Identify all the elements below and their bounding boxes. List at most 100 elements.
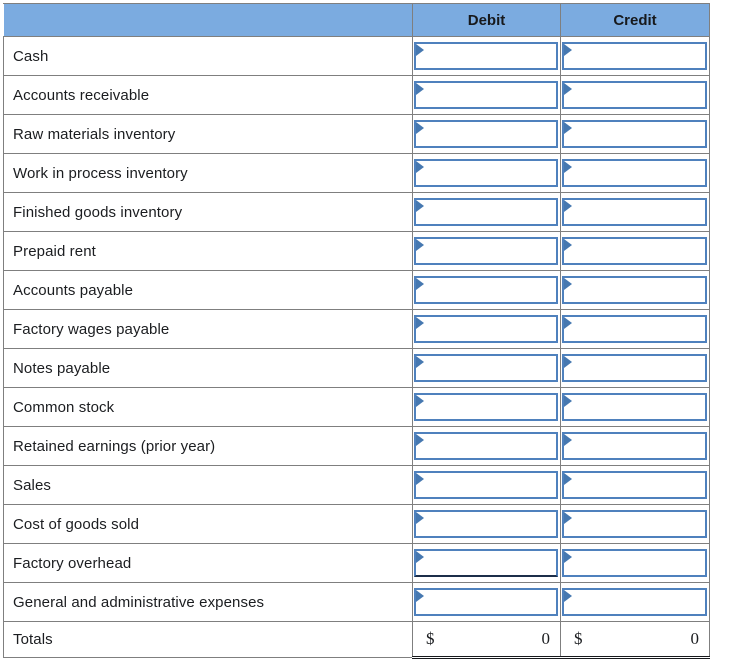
account-label: Cash	[3, 36, 413, 76]
credit-input[interactable]	[564, 161, 705, 185]
credit-input-wrapper[interactable]	[562, 510, 707, 538]
credit-input-wrapper[interactable]	[562, 42, 707, 70]
credit-input-wrapper[interactable]	[562, 432, 707, 460]
debit-input[interactable]	[416, 317, 556, 341]
credit-cell[interactable]	[560, 153, 710, 193]
credit-input[interactable]	[564, 434, 705, 458]
credit-input-wrapper[interactable]	[562, 471, 707, 499]
debit-cell[interactable]	[412, 270, 561, 310]
debit-input[interactable]	[416, 200, 556, 224]
debit-input[interactable]	[416, 44, 556, 68]
credit-cell[interactable]	[560, 114, 710, 154]
credit-cell[interactable]	[560, 75, 710, 115]
debit-input[interactable]	[416, 239, 556, 263]
debit-input[interactable]	[416, 356, 556, 380]
debit-cell[interactable]	[412, 75, 561, 115]
credit-input[interactable]	[564, 317, 705, 341]
debit-input-wrapper[interactable]	[414, 588, 558, 616]
debit-input[interactable]	[416, 473, 556, 497]
debit-input-wrapper[interactable]	[414, 432, 558, 460]
credit-input-wrapper[interactable]	[562, 237, 707, 265]
cell-marker-triangle-icon	[416, 356, 424, 368]
credit-input-wrapper[interactable]	[562, 393, 707, 421]
table-row: Accounts payable	[3, 270, 710, 310]
credit-input[interactable]	[564, 200, 705, 224]
debit-input[interactable]	[416, 161, 556, 185]
cell-marker-triangle-icon	[564, 239, 572, 251]
credit-input[interactable]	[564, 395, 705, 419]
debit-input-wrapper[interactable]	[414, 198, 558, 226]
cell-marker-triangle-icon	[564, 434, 572, 446]
credit-input[interactable]	[564, 239, 705, 263]
debit-input[interactable]	[416, 512, 556, 536]
debit-cell[interactable]	[412, 465, 561, 505]
debit-input-wrapper[interactable]	[414, 471, 558, 499]
credit-input[interactable]	[564, 512, 705, 536]
debit-input-wrapper[interactable]	[414, 276, 558, 304]
debit-cell[interactable]	[412, 231, 561, 271]
debit-cell[interactable]	[412, 387, 561, 427]
credit-cell[interactable]	[560, 192, 710, 232]
debit-input[interactable]	[416, 122, 556, 146]
debit-input-wrapper[interactable]	[414, 237, 558, 265]
debit-input[interactable]	[416, 278, 556, 302]
credit-input-wrapper[interactable]	[562, 354, 707, 382]
credit-input[interactable]	[564, 590, 705, 614]
credit-input-wrapper[interactable]	[562, 315, 707, 343]
credit-input[interactable]	[564, 473, 705, 497]
debit-input[interactable]	[416, 551, 556, 575]
debit-input[interactable]	[416, 395, 556, 419]
credit-input-wrapper[interactable]	[562, 276, 707, 304]
credit-input[interactable]	[564, 122, 705, 146]
debit-input[interactable]	[416, 434, 556, 458]
credit-input[interactable]	[564, 551, 705, 575]
credit-input-wrapper[interactable]	[562, 198, 707, 226]
credit-cell[interactable]	[560, 231, 710, 271]
credit-input-wrapper[interactable]	[562, 120, 707, 148]
account-label: Prepaid rent	[3, 231, 413, 271]
debit-input-wrapper[interactable]	[414, 159, 558, 187]
credit-input[interactable]	[564, 356, 705, 380]
debit-input-wrapper[interactable]	[414, 549, 558, 577]
credit-cell[interactable]	[560, 504, 710, 544]
credit-cell[interactable]	[560, 36, 710, 76]
debit-input-wrapper[interactable]	[414, 120, 558, 148]
debit-cell[interactable]	[412, 36, 561, 76]
debit-input-wrapper[interactable]	[414, 354, 558, 382]
credit-input-wrapper[interactable]	[562, 588, 707, 616]
debit-input[interactable]	[416, 590, 556, 614]
debit-cell[interactable]	[412, 582, 561, 622]
debit-cell[interactable]	[412, 114, 561, 154]
total-debit-value: $0	[413, 629, 560, 649]
cell-marker-triangle-icon	[416, 200, 424, 212]
debit-cell[interactable]	[412, 543, 561, 583]
credit-cell[interactable]	[560, 387, 710, 427]
debit-input-wrapper[interactable]	[414, 510, 558, 538]
debit-cell[interactable]	[412, 309, 561, 349]
credit-cell[interactable]	[560, 270, 710, 310]
credit-cell[interactable]	[560, 348, 710, 388]
debit-cell[interactable]	[412, 153, 561, 193]
debit-input-wrapper[interactable]	[414, 42, 558, 70]
credit-cell[interactable]	[560, 309, 710, 349]
credit-input[interactable]	[564, 83, 705, 107]
credit-input[interactable]	[564, 44, 705, 68]
debit-cell[interactable]	[412, 504, 561, 544]
debit-input-wrapper[interactable]	[414, 393, 558, 421]
credit-cell[interactable]	[560, 465, 710, 505]
debit-input-wrapper[interactable]	[414, 315, 558, 343]
totals-row: Totals $0 $0	[3, 621, 710, 659]
debit-cell[interactable]	[412, 348, 561, 388]
credit-input-wrapper[interactable]	[562, 549, 707, 577]
credit-input-wrapper[interactable]	[562, 81, 707, 109]
debit-input-wrapper[interactable]	[414, 81, 558, 109]
credit-input[interactable]	[564, 278, 705, 302]
credit-cell[interactable]	[560, 543, 710, 583]
credit-input-wrapper[interactable]	[562, 159, 707, 187]
account-label: Accounts payable	[3, 270, 413, 310]
credit-cell[interactable]	[560, 582, 710, 622]
debit-cell[interactable]	[412, 192, 561, 232]
debit-cell[interactable]	[412, 426, 561, 466]
debit-input[interactable]	[416, 83, 556, 107]
credit-cell[interactable]	[560, 426, 710, 466]
